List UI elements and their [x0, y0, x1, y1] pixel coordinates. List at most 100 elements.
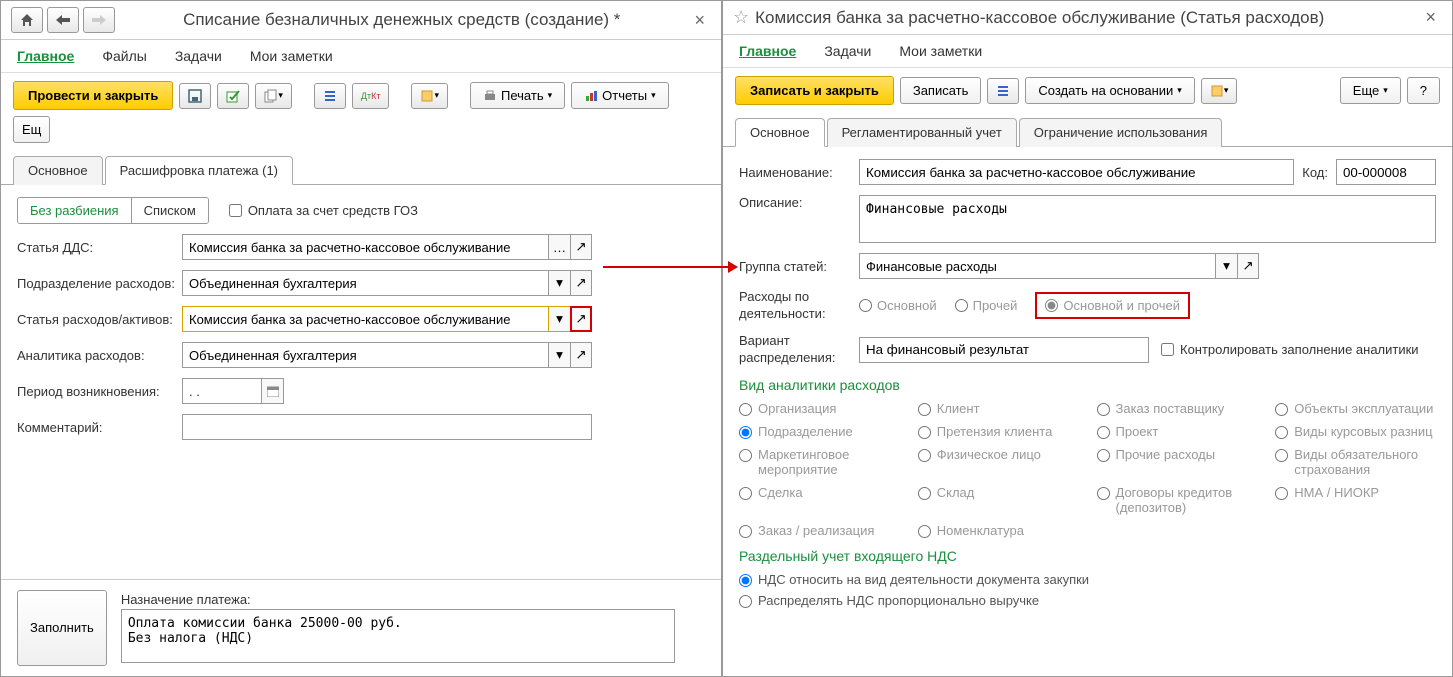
dept-dropdown-icon[interactable]: ▾ [548, 270, 570, 296]
group-field: ▾ ↗ [859, 253, 1259, 279]
name-input[interactable] [859, 159, 1294, 185]
an-objects[interactable] [1275, 403, 1288, 416]
code-input[interactable] [1336, 159, 1436, 185]
analytics-section-head: Вид аналитики расходов [739, 377, 1436, 393]
group-dropdown-icon[interactable]: ▾ [1215, 253, 1237, 279]
dept-input[interactable] [182, 270, 548, 296]
radio-both-label: Основной и прочей [1063, 298, 1180, 313]
right-close-button[interactable]: × [1419, 7, 1442, 28]
back-button[interactable] [47, 7, 79, 33]
vat-opt1[interactable] [739, 574, 752, 587]
star-icon[interactable]: ☆ [733, 7, 749, 28]
rtab-reg[interactable]: Регламентированный учет [827, 118, 1017, 147]
save-and-close-button[interactable]: Записать и закрыть [735, 76, 894, 105]
right-menubar: Главное Задачи Мои заметки [723, 35, 1452, 68]
an-org[interactable] [739, 403, 752, 416]
an-person[interactable] [918, 449, 931, 462]
rmenu-main[interactable]: Главное [739, 43, 796, 59]
analytics-input[interactable] [182, 342, 548, 368]
menu-tasks[interactable]: Задачи [175, 48, 222, 64]
control-checkbox[interactable] [1161, 343, 1174, 356]
an-nma[interactable] [1275, 487, 1288, 500]
attach-icon-button-r[interactable]: ▾ [1201, 78, 1238, 104]
right-content: Наименование: Код: Описание: Группа стат… [723, 147, 1452, 676]
menu-main[interactable]: Главное [17, 48, 74, 64]
menu-notes[interactable]: Мои заметки [250, 48, 333, 64]
variant-input[interactable] [859, 337, 1149, 363]
radio-main[interactable] [859, 299, 872, 312]
save-button[interactable]: Записать [900, 77, 982, 104]
comment-input[interactable] [182, 414, 592, 440]
analytics-open-icon[interactable]: ↗ [570, 342, 592, 368]
variant-label: Вариант распределения: [739, 333, 859, 367]
rmenu-notes[interactable]: Мои заметки [899, 43, 982, 59]
activity-label: Расходы по деятельности: [739, 289, 859, 323]
an-nomen[interactable] [918, 525, 931, 538]
right-toolbar: Записать и закрыть Записать Создать на о… [723, 68, 1452, 113]
period-input[interactable]: . . [182, 378, 262, 404]
dtkt-icon-button[interactable]: ДтКт [352, 83, 390, 109]
an-credits[interactable] [1097, 487, 1110, 500]
more-button-right[interactable]: Еще▾ [1340, 77, 1401, 104]
list-icon-button-r[interactable] [987, 78, 1019, 104]
tab-main-left[interactable]: Основное [13, 156, 103, 185]
fill-button[interactable]: Заполнить [17, 590, 107, 667]
analytics-dropdown-icon[interactable]: ▾ [548, 342, 570, 368]
dept-field: ▾ ↗ [182, 270, 592, 296]
radio-other[interactable] [955, 299, 968, 312]
an-fx[interactable] [1275, 426, 1288, 439]
create-based-button[interactable]: Создать на основании▾ [1025, 77, 1194, 104]
post-icon-button[interactable] [217, 83, 249, 109]
rtab-main[interactable]: Основное [735, 118, 825, 147]
reports-button[interactable]: Отчеты▾ [571, 82, 668, 109]
goz-checkbox[interactable] [229, 204, 242, 217]
radio-other-label: Прочей [973, 298, 1018, 313]
help-button[interactable]: ? [1407, 77, 1440, 104]
toggle-list[interactable]: Списком [132, 198, 208, 223]
group-open-icon[interactable]: ↗ [1237, 253, 1259, 279]
save-icon-button[interactable] [179, 83, 211, 109]
an-insurance[interactable] [1275, 449, 1288, 462]
vat-opt2[interactable] [739, 595, 752, 608]
desc-textarea[interactable] [859, 195, 1436, 243]
home-button[interactable] [11, 7, 43, 33]
list-icon-button[interactable] [314, 83, 346, 109]
print-button[interactable]: Печать▾ [470, 82, 565, 109]
goz-label: Оплата за счет средств ГОЗ [248, 203, 418, 218]
left-window-title: Списание безналичных денежных средств (с… [115, 10, 688, 30]
an-marketing[interactable] [739, 449, 752, 462]
dds-input[interactable] [182, 234, 548, 260]
rtab-limit[interactable]: Ограничение использования [1019, 118, 1223, 147]
left-close-button[interactable]: × [688, 10, 711, 31]
purpose-textarea[interactable] [121, 609, 675, 663]
more-button-left[interactable]: Ещ [13, 116, 50, 143]
forward-button[interactable] [83, 7, 115, 33]
calendar-icon[interactable] [262, 378, 284, 404]
an-dept[interactable] [739, 426, 752, 439]
an-client[interactable] [918, 403, 931, 416]
right-window-title: Комиссия банка за расчетно-кассовое обсл… [755, 8, 1419, 28]
dept-open-icon[interactable]: ↗ [570, 270, 592, 296]
radio-both[interactable] [1045, 299, 1058, 312]
rmenu-tasks[interactable]: Задачи [824, 43, 871, 59]
expense-dropdown-icon[interactable]: ▾ [548, 306, 570, 332]
an-order-real[interactable] [739, 525, 752, 538]
dds-dropdown-icon[interactable]: … [548, 234, 570, 260]
an-project[interactable] [1097, 426, 1110, 439]
attach-icon-button[interactable]: ▾ [411, 83, 448, 109]
menu-files[interactable]: Файлы [102, 48, 146, 64]
an-other-exp[interactable] [1097, 449, 1110, 462]
expense-open-icon[interactable]: ↗ [570, 306, 592, 332]
an-deal[interactable] [739, 487, 752, 500]
control-label: Контролировать заполнение аналитики [1180, 342, 1419, 357]
group-input[interactable] [859, 253, 1215, 279]
copy-icon-button[interactable]: ▾ [255, 83, 292, 109]
an-supplier-order[interactable] [1097, 403, 1110, 416]
tab-detail[interactable]: Расшифровка платежа (1) [105, 156, 293, 185]
an-warehouse[interactable] [918, 487, 931, 500]
toggle-no-split[interactable]: Без разбиения [18, 198, 132, 223]
an-claim[interactable] [918, 426, 931, 439]
post-and-close-button[interactable]: Провести и закрыть [13, 81, 173, 110]
dds-open-icon[interactable]: ↗ [570, 234, 592, 260]
expense-input[interactable] [182, 306, 548, 332]
